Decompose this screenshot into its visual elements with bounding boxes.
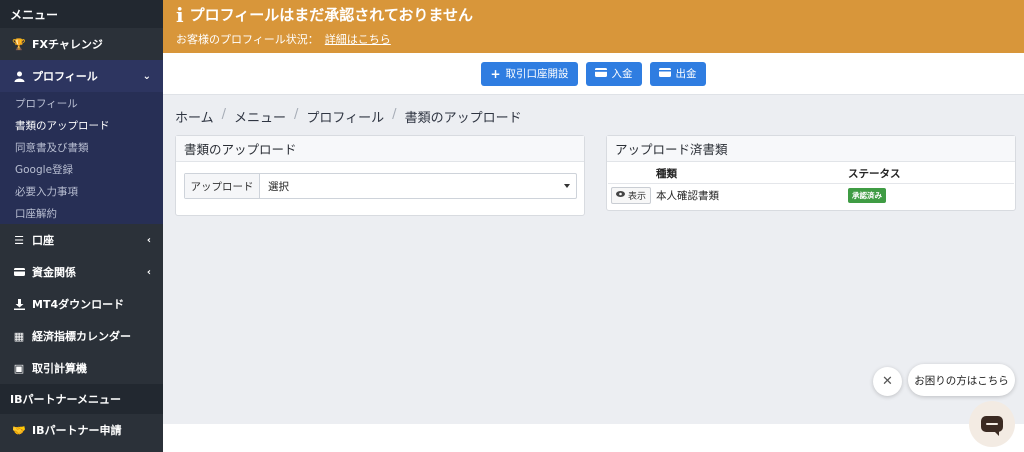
document-upload-card: 書類のアップロード アップロード 選択 [175,135,585,216]
chevron-left-icon: ‹ [146,266,151,278]
calculator-icon: ▣ [13,361,25,375]
card-title: アップロード済書類 [607,136,1015,162]
sidebar-item-calculator[interactable]: ▣ 取引計算機 [0,352,163,384]
submenu-item-document-upload[interactable]: 書類のアップロード [0,114,163,136]
table-row: 表示 本人確認書類 承認済み [608,184,1014,206]
open-account-button[interactable]: + 取引口座開設 [481,61,578,86]
breadcrumb-item-menu[interactable]: メニュー [234,107,286,126]
sidebar-item-mt4-download[interactable]: MT4ダウンロード [0,288,163,320]
info-icon: i [176,2,184,27]
eye-icon [616,190,625,200]
sidebar-item-accounts[interactable]: ☰ 口座 ‹ [0,224,163,256]
help-bubble[interactable]: お困りの方はこちら [908,364,1015,396]
page-footer [163,424,1024,452]
uploaded-documents-card: アップロード済書類 種類 ステータス 表示 本人確認書類 承認済み [606,135,1016,211]
sidebar-item-label: 取引計算機 [32,362,87,375]
sidebar: メニュー 🏆 FXチャレンジ プロフィール ⌄ プロフィール 書類のアップロード… [0,0,163,452]
column-header-status: ステータス [848,168,901,180]
breadcrumb-item-home[interactable]: ホーム [175,107,214,126]
trophy-icon: 🏆 [12,37,26,51]
download-icon [12,297,26,311]
list-icon: ☰ [14,233,24,247]
chat-icon [981,416,1003,436]
profile-status-alert: i プロフィールはまだ承認されておりません お客様のプロフィール状況： 詳細はこち… [163,0,1024,53]
close-icon: ✕ [882,374,893,389]
table-header: 種類 ステータス [608,164,1014,184]
withdraw-button[interactable]: 出金 [649,61,706,86]
select-value: 選択 [268,180,289,193]
sidebar-item-profile[interactable]: プロフィール ⌄ [0,60,163,92]
sidebar-item-label: 経済指標カレンダー [32,330,131,343]
close-help-bubble-button[interactable]: ✕ [873,367,902,396]
breadcrumb: ホーム / メニュー / プロフィール / 書類のアップロード [175,107,522,126]
submenu-item-google[interactable]: Google登録 [0,158,163,180]
submenu-item-account-close[interactable]: 口座解約 [0,202,163,224]
profile-submenu: プロフィール 書類のアップロード 同意書及び書類 Google登録 必要入力事項… [0,92,163,224]
wallet-icon [12,265,26,279]
sidebar-item-funds[interactable]: 資金関係 ‹ [0,256,163,288]
handshake-icon: 🤝 [12,423,26,437]
document-type-select[interactable]: 選択 [260,174,576,198]
alert-details-link[interactable]: 詳細はこちら [325,33,391,46]
sidebar-item-label: FXチャレンジ [32,38,103,51]
documents-table: 種類 ステータス 表示 本人確認書類 承認済み [608,164,1014,206]
upload-label: アップロード [185,174,260,198]
sidebar-header: メニュー [0,0,163,28]
sidebar-item-label: IBパートナー申請 [32,424,122,437]
chat-launcher-button[interactable] [969,401,1015,447]
sidebar-item-economic-calendar[interactable]: ▦ 経済指標カレンダー [0,320,163,352]
sidebar-item-label: 資金関係 [32,266,76,279]
breadcrumb-item-profile[interactable]: プロフィール [306,107,384,126]
deposit-button[interactable]: 入金 [585,61,642,86]
column-header-type: 種類 [656,168,677,180]
submenu-item-profile[interactable]: プロフィール [0,92,163,114]
status-badge: 承認済み [848,187,886,203]
breadcrumb-item-current: 書類のアップロード [404,111,522,126]
action-toolbar: + 取引口座開設 入金 出金 [163,53,1024,95]
chevron-down-icon: ⌄ [142,70,151,82]
card-title: 書類のアップロード [176,136,584,162]
sidebar-item-ib-apply[interactable]: 🤝 IBパートナー申請 [0,414,163,446]
wallet-icon [658,67,671,80]
alert-subtitle: お客様のプロフィール状況： [176,33,319,46]
chevron-left-icon: ‹ [146,234,151,246]
calendar-icon: ▦ [13,329,25,343]
view-document-button[interactable]: 表示 [611,186,652,204]
caret-down-icon [564,184,570,188]
sidebar-item-label: 口座 [32,234,54,247]
sidebar-section-ib: IBパートナーメニュー [0,384,163,414]
sidebar-item-fx-challenge[interactable]: 🏆 FXチャレンジ [0,28,163,60]
user-icon [12,69,26,83]
alert-title: プロフィールはまだ承認されておりません [189,6,473,24]
submenu-item-required-fields[interactable]: 必要入力事項 [0,180,163,202]
upload-field: アップロード 選択 [184,173,577,199]
submenu-item-agreements[interactable]: 同意書及び書類 [0,136,163,158]
credit-card-icon [594,67,607,80]
sidebar-item-label: MT4ダウンロード [32,298,125,311]
plus-icon: + [490,66,501,81]
document-type: 本人確認書類 [656,189,719,202]
sidebar-item-label: プロフィール [32,70,98,83]
